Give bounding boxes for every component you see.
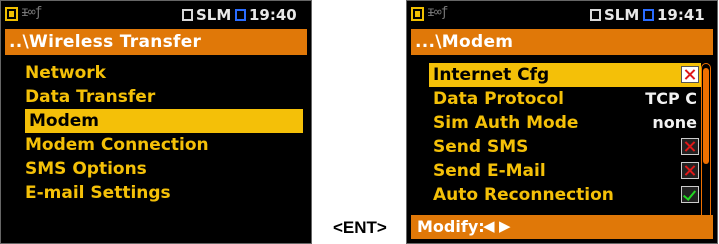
- setting-label: Data Protocol: [433, 89, 565, 109]
- setting-internet-cfg[interactable]: Internet Cfg: [429, 63, 701, 87]
- battery-icon: [411, 7, 424, 21]
- setting-value: TCP C: [645, 89, 697, 108]
- status-bar: ᵻ∞ƒ SLM 19:41: [409, 3, 715, 27]
- clock: 19:41: [657, 6, 705, 24]
- menu-item-modem-connection[interactable]: Modem Connection: [25, 133, 209, 157]
- setting-label: Sim Auth Mode: [433, 113, 579, 133]
- setting-send-sms[interactable]: Send SMS: [429, 135, 701, 159]
- menu-item-data-transfer[interactable]: Data Transfer: [25, 85, 155, 109]
- signal-indicators: ᵻ∞ƒ: [427, 5, 449, 20]
- arrow-left-icon: ◀: [483, 217, 495, 235]
- hint-text: Modify:: [417, 217, 485, 236]
- setting-label: Send SMS: [433, 137, 529, 157]
- enter-key-label: <ENT>: [333, 218, 387, 237]
- scrollbar-thumb[interactable]: [703, 68, 709, 164]
- setting-send-email[interactable]: Send E-Mail: [429, 159, 701, 183]
- setting-label: Auto Reconnection: [433, 185, 614, 205]
- mode-label: SLM: [604, 6, 640, 24]
- memory-card-icon: [643, 9, 654, 21]
- menu-item-network[interactable]: Network: [25, 61, 106, 85]
- setting-sim-auth-mode[interactable]: Sim Auth Mode none: [429, 111, 701, 135]
- setting-label: Send E-Mail: [433, 161, 546, 181]
- setting-auto-reconnection[interactable]: Auto Reconnection: [429, 183, 701, 207]
- menu-item-sms-options[interactable]: SMS Options: [25, 157, 147, 181]
- scrollbar[interactable]: [701, 63, 711, 223]
- memory-card-icon: [235, 9, 246, 21]
- checkbox-unchecked-icon[interactable]: [681, 138, 699, 155]
- screen-title: ...\Modem: [411, 29, 713, 55]
- menu-item-modem[interactable]: Modem: [25, 109, 303, 133]
- hint-bar: Modify: ◀ ▶: [411, 215, 713, 239]
- menu-item-email-settings[interactable]: E-mail Settings: [25, 181, 171, 205]
- mode-label: SLM: [196, 6, 232, 24]
- screen-title: ..\Wireless Transfer: [5, 29, 307, 55]
- clock: 19:40: [249, 6, 297, 24]
- checkbox-unchecked-icon[interactable]: [681, 162, 699, 179]
- checkbox-unchecked-icon[interactable]: [681, 66, 699, 83]
- screen-title-text: ...\Modem: [415, 32, 514, 52]
- battery-icon: [5, 7, 18, 21]
- mode-box-icon: [182, 9, 193, 21]
- status-bar: ᵻ∞ƒ SLM 19:40: [3, 3, 309, 27]
- screen-title-text: ..\Wireless Transfer: [9, 32, 202, 52]
- arrow-right-icon: ▶: [499, 217, 511, 235]
- setting-data-protocol[interactable]: Data Protocol TCP C: [429, 87, 701, 111]
- device-screen-wireless-transfer: ᵻ∞ƒ SLM 19:40 ..\Wireless Transfer Netwo…: [0, 0, 312, 244]
- device-screen-modem: ᵻ∞ƒ SLM 19:41 ...\Modem Internet Cfg Dat…: [406, 0, 718, 244]
- checkbox-checked-icon[interactable]: [681, 186, 699, 203]
- signal-indicators: ᵻ∞ƒ: [21, 5, 43, 20]
- mode-box-icon: [590, 9, 601, 21]
- setting-value: none: [652, 113, 697, 132]
- setting-label: Internet Cfg: [433, 65, 550, 85]
